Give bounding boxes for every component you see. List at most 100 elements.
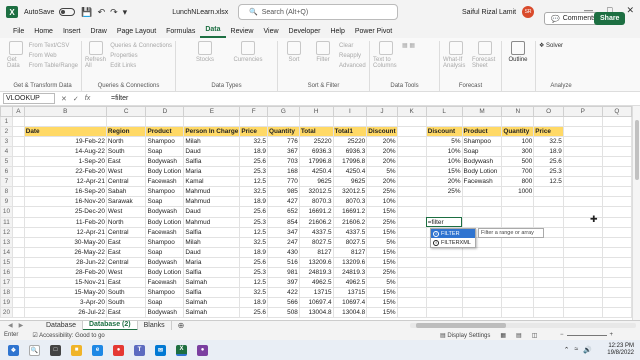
row-header[interactable]: 19 (0, 296, 13, 308)
cell[interactable] (461, 206, 503, 218)
cell[interactable]: Shampoo (145, 136, 185, 148)
cell[interactable]: Soap (145, 196, 185, 208)
cell[interactable]: 516 (266, 256, 300, 268)
cell[interactable] (533, 266, 564, 278)
scroll-thumb[interactable] (635, 120, 639, 180)
reapply-button[interactable]: Reapply (339, 51, 366, 61)
cell[interactable]: South (105, 296, 147, 308)
cell[interactable] (11, 116, 25, 128)
cell[interactable]: 18.9 (533, 146, 564, 158)
cell[interactable] (562, 116, 603, 128)
cell[interactable]: 24819.3 (298, 266, 334, 278)
cell[interactable] (601, 226, 632, 238)
page-layout-view-icon[interactable]: ▤ (516, 332, 522, 339)
cell[interactable]: Mahmud (183, 216, 241, 228)
cell[interactable] (562, 146, 603, 158)
column-header[interactable]: I (332, 106, 368, 118)
cell[interactable]: 347 (266, 226, 300, 238)
cell[interactable] (461, 286, 503, 298)
cell[interactable]: 508 (266, 306, 300, 318)
cell[interactable]: 703 (266, 156, 300, 168)
cell[interactable]: 20% (366, 136, 398, 148)
text-to-columns-button[interactable]: Text to Columns (373, 41, 399, 69)
cell[interactable] (396, 276, 427, 288)
display-settings-button[interactable]: ▤ Display Settings (440, 332, 490, 339)
row-header[interactable]: 4 (0, 146, 13, 158)
cell[interactable]: Shampoo (145, 236, 185, 248)
cell[interactable] (332, 116, 368, 128)
header-cell[interactable]: Product (461, 126, 503, 138)
prev-sheet-icon[interactable]: ◀ (8, 322, 13, 329)
cell[interactable]: 10697.4 (298, 296, 334, 308)
cell[interactable]: 16691.2 (332, 206, 368, 218)
cell[interactable] (533, 196, 564, 208)
cell[interactable] (11, 146, 25, 158)
cell[interactable]: 25220 (298, 136, 334, 148)
cell[interactable] (501, 256, 535, 268)
row-header[interactable]: 5 (0, 156, 13, 168)
queries-connections-button[interactable]: Queries & Connections (110, 41, 172, 51)
cell[interactable] (533, 116, 564, 128)
cell[interactable]: Daud (183, 206, 241, 218)
cell[interactable]: West (105, 206, 147, 218)
header-cell[interactable]: Discount (425, 126, 463, 138)
row-header[interactable]: 18 (0, 286, 13, 298)
cell[interactable]: Maria (183, 256, 241, 268)
cell[interactable] (105, 116, 147, 128)
cell[interactable]: 247 (266, 236, 300, 248)
cell[interactable]: 776 (266, 136, 300, 148)
hscroll-thumb[interactable] (416, 323, 506, 328)
cell[interactable] (461, 246, 503, 258)
cell[interactable] (425, 116, 463, 128)
cell[interactable]: 4962.5 (332, 276, 368, 288)
row-header[interactable]: 13 (0, 236, 13, 248)
search-box[interactable]: 🔍 Search (Alt+Q) (238, 4, 398, 20)
cell[interactable]: 15% (425, 166, 463, 178)
cell[interactable] (396, 156, 427, 168)
get-data-button[interactable]: Get Data (7, 41, 26, 69)
cell[interactable]: 13209.6 (298, 256, 334, 268)
cell[interactable]: 13715 (298, 286, 334, 298)
cell[interactable] (396, 116, 427, 128)
cell[interactable]: 4962.5 (298, 276, 334, 288)
row-header[interactable]: 8 (0, 186, 13, 198)
cell[interactable] (533, 256, 564, 268)
cell[interactable]: Body Lotion (145, 266, 185, 278)
cell[interactable]: 8070.3 (332, 196, 368, 208)
cell[interactable] (601, 236, 632, 248)
cell[interactable] (11, 216, 25, 228)
cell[interactable]: 12.5 (239, 176, 268, 188)
cell[interactable]: 300 (501, 146, 535, 158)
cell[interactable]: Soap (145, 246, 185, 258)
cell[interactable]: 100 (501, 136, 535, 148)
properties-button[interactable]: Properties (110, 51, 172, 61)
windows-start-icon[interactable]: ❖ (8, 344, 19, 356)
cell[interactable]: 800 (501, 176, 535, 188)
cell[interactable]: 20% (366, 156, 398, 168)
cell[interactable] (425, 246, 463, 258)
refresh-all-button[interactable]: Refresh All (85, 41, 107, 69)
cell[interactable]: 15% (366, 296, 398, 308)
header-cell[interactable]: Quantity (501, 126, 535, 138)
cell[interactable]: 25-Dec-20 (23, 206, 107, 218)
row-header[interactable]: 17 (0, 276, 13, 288)
chrome-icon[interactable]: ● (113, 344, 124, 356)
cell[interactable]: 5% (425, 136, 463, 148)
cell[interactable]: 18.9 (239, 296, 268, 308)
header-cell[interactable]: Quantity (266, 126, 300, 138)
cell[interactable] (11, 266, 25, 278)
cell[interactable]: 16691.2 (298, 206, 334, 218)
header-cell[interactable]: Date (23, 126, 107, 138)
cell[interactable] (562, 306, 603, 318)
from-text-button[interactable]: From Text/CSV (29, 41, 78, 51)
cell[interactable]: 17996.8 (332, 156, 368, 168)
accessibility-status[interactable]: ☑ Accessibility: Good to go (32, 332, 104, 339)
cell[interactable]: Body Lotion (461, 166, 503, 178)
cell[interactable] (601, 196, 632, 208)
cell[interactable]: East (105, 246, 147, 258)
cell[interactable] (562, 136, 603, 148)
column-header[interactable]: O (533, 106, 564, 118)
cell[interactable] (601, 206, 632, 218)
cell[interactable]: 25% (366, 186, 398, 198)
tab-draw[interactable]: Draw (85, 28, 111, 38)
